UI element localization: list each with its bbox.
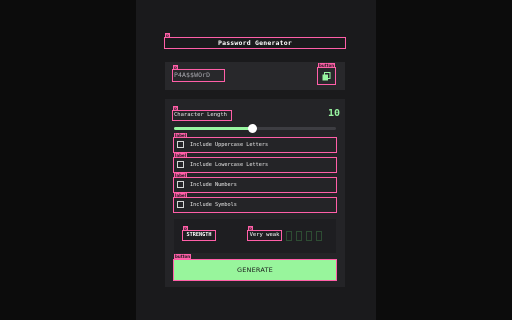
copy-button[interactable] [317, 67, 336, 85]
length-slider-fill [174, 127, 252, 130]
strength-bar-1 [286, 231, 292, 241]
generate-button[interactable]: GENERATE [173, 259, 337, 281]
strength-bar-3 [306, 231, 312, 241]
lowercase-checkbox[interactable] [177, 161, 184, 168]
debug-tag-generate: button [174, 254, 192, 259]
strength-value: Very weak [247, 230, 282, 241]
option-symbols-label: Include Symbols [190, 202, 237, 208]
option-symbols[interactable]: Include Symbols [173, 197, 337, 213]
character-length-label: Character Length [172, 110, 232, 121]
strength-label: STRENGTH [182, 230, 216, 241]
numbers-checkbox[interactable] [177, 181, 184, 188]
option-uppercase[interactable]: Include Uppercase Letters [173, 137, 337, 153]
option-lowercase[interactable]: Include Lowercase Letters [173, 157, 337, 173]
length-slider-thumb[interactable] [247, 124, 257, 133]
length-slider[interactable] [174, 124, 336, 133]
character-length-value: 10 [327, 108, 340, 119]
copy-icon [322, 72, 331, 81]
page-title: Password Generator [164, 37, 346, 49]
strength-bar-4 [316, 231, 322, 241]
password-output: P4A$$WOrD [172, 69, 225, 82]
strength-bar-2 [296, 231, 302, 241]
symbols-checkbox[interactable] [177, 201, 184, 208]
option-numbers-label: Include Numbers [190, 182, 237, 188]
option-lowercase-label: Include Lowercase Letters [190, 162, 269, 168]
option-uppercase-label: Include Uppercase Letters [190, 142, 269, 148]
option-numbers[interactable]: Include Numbers [173, 177, 337, 193]
uppercase-checkbox[interactable] [177, 141, 184, 148]
